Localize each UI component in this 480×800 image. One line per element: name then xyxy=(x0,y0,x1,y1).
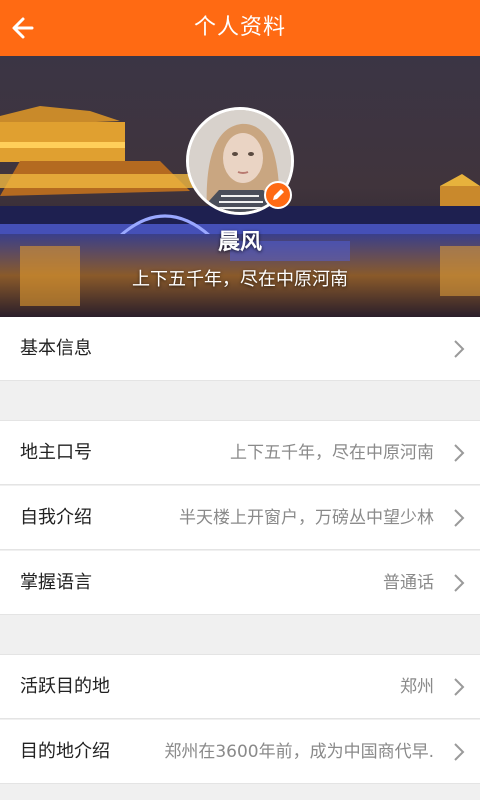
row-value: 郑州 xyxy=(400,677,434,697)
pencil-icon xyxy=(273,189,284,200)
chevron-right-icon xyxy=(454,743,465,761)
avatar-container[interactable] xyxy=(186,107,294,215)
row-label: 自我介绍 xyxy=(20,507,92,528)
chevron-right-icon xyxy=(454,444,465,462)
profile-banner: 晨风 上下五千年，尽在中原河南 xyxy=(0,56,480,317)
profile-motto: 上下五千年，尽在中原河南 xyxy=(132,269,348,290)
row-value: 普通话 xyxy=(383,573,434,593)
app-header: 个人资料 xyxy=(0,0,480,56)
chevron-right-icon xyxy=(454,340,465,358)
row-destination-intro[interactable]: 目的地介绍 郑州在3600年前，成为中国商代早. xyxy=(0,720,480,784)
row-basic-info[interactable]: 基本信息 xyxy=(0,317,480,381)
row-self-intro[interactable]: 自我介绍 半天楼上开窗户，万磅丛中望少林 xyxy=(0,486,480,550)
row-label: 基本信息 xyxy=(20,338,92,359)
chevron-right-icon xyxy=(454,574,465,592)
section-divider xyxy=(0,615,480,655)
row-label: 目的地介绍 xyxy=(20,741,110,762)
chevron-right-icon xyxy=(454,678,465,696)
section-divider xyxy=(0,381,480,421)
row-languages[interactable]: 掌握语言 普通话 xyxy=(0,551,480,615)
row-label: 掌握语言 xyxy=(20,572,92,593)
row-value: 郑州在3600年前，成为中国商代早. xyxy=(164,742,434,762)
chevron-right-icon xyxy=(454,509,465,527)
nickname: 晨风 xyxy=(217,230,262,255)
row-label: 活跃目的地 xyxy=(20,676,110,697)
row-value: 半天楼上开窗户，万磅丛中望少林 xyxy=(179,508,434,528)
row-active-destination[interactable]: 活跃目的地 郑州 xyxy=(0,655,480,719)
row-host-slogan[interactable]: 地主口号 上下五千年，尽在中原河南 xyxy=(0,421,480,485)
page-title: 个人资料 xyxy=(193,15,286,40)
row-value: 上下五千年，尽在中原河南 xyxy=(230,443,434,463)
row-label: 地主口号 xyxy=(20,442,92,463)
edit-avatar-button[interactable] xyxy=(264,181,292,209)
